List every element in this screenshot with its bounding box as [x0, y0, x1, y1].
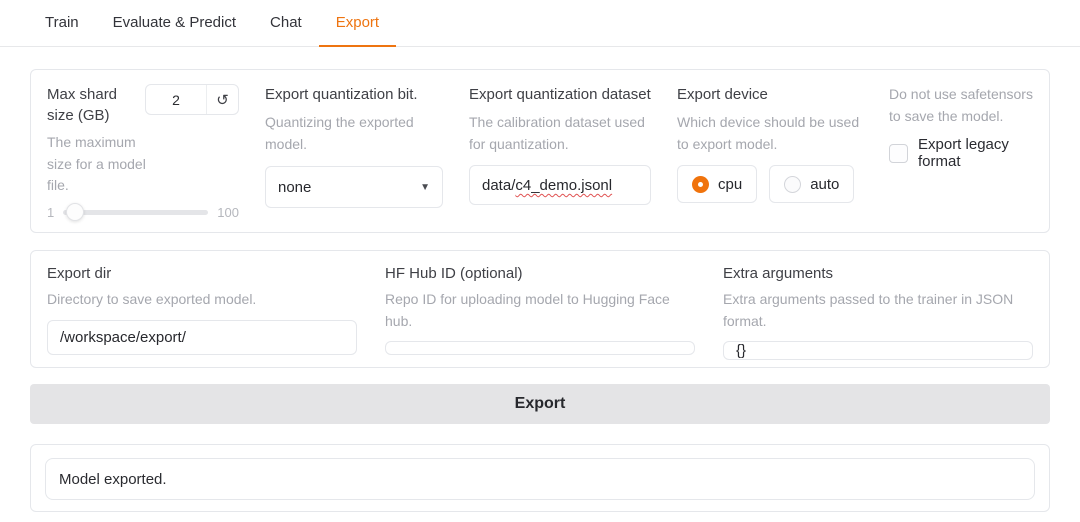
extra-arguments-label: Extra arguments [723, 263, 1033, 284]
legacy-format-block: Do not use safetensors to save the model… [889, 84, 1033, 220]
output-panel: Model exported. [30, 444, 1050, 512]
chevron-down-icon: ▼ [420, 182, 430, 193]
extra-arguments-input[interactable]: {} [723, 341, 1033, 360]
quantization-dataset-block: Export quantization dataset The calibrat… [469, 84, 651, 220]
extra-arguments-block: Extra arguments Extra arguments passed t… [723, 263, 1033, 355]
max-shard-size-slider[interactable] [63, 210, 208, 215]
legacy-format-info: Do not use safetensors to save the model… [889, 84, 1033, 127]
radio-option-cpu[interactable]: cpu [677, 165, 757, 203]
export-page: Train Evaluate & Predict Chat Export Max… [0, 0, 1080, 512]
radio-inner-dot [698, 182, 703, 187]
slider-handle[interactable] [66, 203, 84, 221]
extra-arguments-info: Extra arguments passed to the trainer in… [723, 289, 1033, 332]
radio-option-auto[interactable]: auto [769, 165, 854, 203]
hf-hub-id-block: HF Hub ID (optional) Repo ID for uploadi… [385, 263, 695, 355]
legacy-format-checkbox-row: Export legacy format [889, 136, 1033, 170]
quantization-dataset-value-filename: c4_demo.jsonl [515, 177, 612, 194]
tab-bar: Train Evaluate & Predict Chat Export [0, 0, 1080, 47]
export-dir-input[interactable]: /workspace/export/ [47, 320, 357, 355]
quantization-dataset-input[interactable]: data/c4_demo.jsonl [469, 165, 651, 205]
radio-selected-icon [692, 176, 709, 193]
radio-option-auto-label: auto [810, 176, 839, 193]
export-tab-content: Max shard size (GB) 2 ↺ The maximum size… [0, 69, 1080, 512]
quantization-dataset-value-prefix: data/ [482, 177, 515, 194]
export-paths-panel: Export dir Directory to save exported mo… [30, 250, 1050, 368]
quantization-bit-label: Export quantization bit. [265, 84, 443, 105]
max-shard-size-label: Max shard size (GB) [47, 84, 133, 126]
quantization-bit-info: Quantizing the exported model. [265, 112, 443, 155]
max-shard-size-value[interactable]: 2 [146, 85, 207, 114]
export-dir-info: Directory to save exported model. [47, 289, 357, 311]
export-device-block: Export device Which device should be use… [677, 84, 863, 220]
hf-hub-id-label: HF Hub ID (optional) [385, 263, 695, 284]
max-shard-size-header: Max shard size (GB) 2 ↺ [47, 84, 239, 126]
max-shard-size-info: The maximum size for a model file. [47, 132, 153, 197]
quantization-bit-selected-value: none [278, 179, 311, 196]
quantization-bit-dropdown[interactable]: none ▼ [265, 166, 443, 208]
radio-unselected-icon [784, 176, 801, 193]
max-shard-size-block: Max shard size (GB) 2 ↺ The maximum size… [47, 84, 239, 220]
export-device-label: Export device [677, 84, 863, 105]
tab-evaluate-predict[interactable]: Evaluate & Predict [96, 0, 253, 47]
hf-hub-id-input[interactable] [385, 341, 695, 355]
export-button[interactable]: Export [30, 384, 1050, 424]
quantization-dataset-info: The calibration dataset used for quantiz… [469, 112, 651, 155]
tab-export[interactable]: Export [319, 0, 396, 47]
reset-icon[interactable]: ↺ [207, 85, 238, 114]
max-shard-size-number-input: 2 ↺ [145, 84, 239, 115]
export-device-info: Which device should be used to export mo… [677, 112, 863, 155]
output-textbox[interactable]: Model exported. [45, 458, 1035, 500]
radio-option-cpu-label: cpu [718, 176, 742, 193]
export-device-radio-group: cpu auto [677, 165, 863, 203]
tab-train[interactable]: Train [28, 0, 96, 47]
quantization-dataset-label: Export quantization dataset [469, 84, 651, 105]
max-shard-size-slider-row: 1 100 [47, 205, 239, 220]
tab-chat[interactable]: Chat [253, 0, 319, 47]
radio-inner-dot [790, 182, 795, 187]
export-options-panel: Max shard size (GB) 2 ↺ The maximum size… [30, 69, 1050, 233]
legacy-format-checkbox[interactable] [889, 144, 908, 163]
export-dir-label: Export dir [47, 263, 357, 284]
slider-min-label: 1 [47, 205, 54, 220]
quantization-bit-block: Export quantization bit. Quantizing the … [265, 84, 443, 220]
export-dir-block: Export dir Directory to save exported mo… [47, 263, 357, 355]
hf-hub-id-info: Repo ID for uploading model to Hugging F… [385, 289, 695, 332]
legacy-format-label: Export legacy format [918, 136, 1033, 170]
slider-max-label: 100 [217, 205, 239, 220]
